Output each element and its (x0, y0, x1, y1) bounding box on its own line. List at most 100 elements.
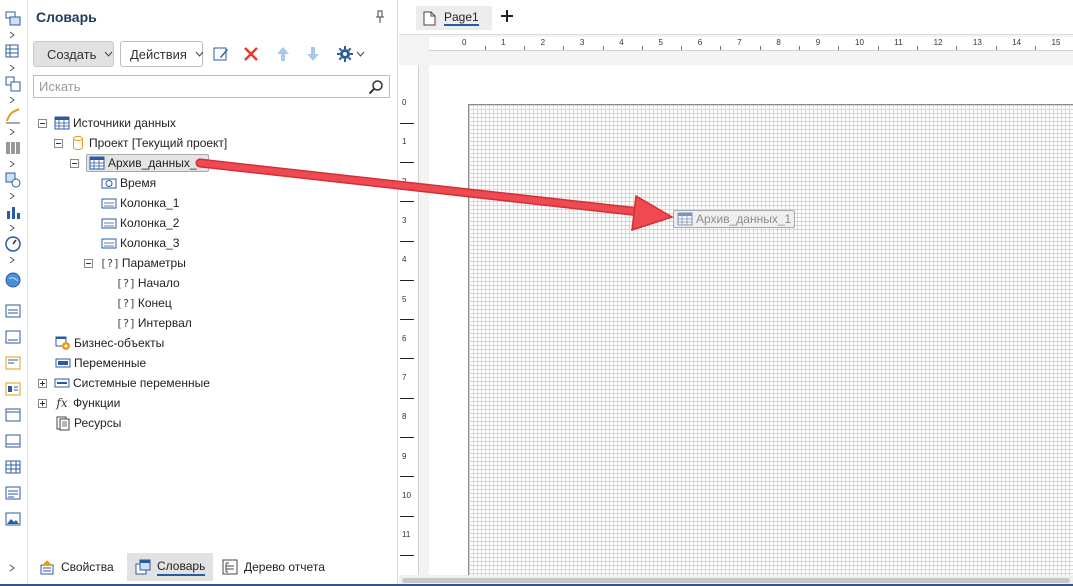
ruler-tick-label: 0 (462, 38, 467, 47)
shapes-icon[interactable] (4, 107, 22, 125)
tree-label: Ресурсы (74, 416, 122, 430)
report-title-icon[interactable] (4, 328, 22, 346)
tab-page1[interactable]: Page1 (416, 6, 492, 30)
collapse-icon[interactable] (54, 138, 63, 148)
tree-node-business-objects[interactable]: Бизнес-объекты (55, 333, 164, 353)
ruler-tick-label: 15 (1051, 38, 1061, 47)
ruler-tick-label: 4 (402, 255, 407, 265)
header-band-icon[interactable] (4, 354, 22, 372)
cross-bands-icon[interactable] (4, 43, 22, 61)
tree-node-column-2[interactable]: Колонка_2 (101, 213, 179, 233)
tab-report-tree[interactable]: Дерево отчета (214, 553, 333, 581)
ruler-tick-label: 11 (894, 38, 903, 47)
ruler-tick (720, 46, 722, 50)
table-icon (89, 155, 105, 171)
arrow-up-icon[interactable] (274, 45, 292, 63)
tree-node-data-sources[interactable]: Источники данных (38, 113, 176, 133)
gear-icon[interactable] (336, 45, 354, 63)
chevron-right-icon[interactable] (8, 224, 16, 232)
chevron-right-icon[interactable] (8, 192, 16, 200)
tree-label: Колонка_1 (120, 196, 180, 210)
expand-icon[interactable] (38, 398, 47, 408)
tree-node-column-1[interactable]: Колонка_1 (101, 193, 179, 213)
add-page-icon[interactable] (499, 8, 515, 24)
search-input[interactable] (34, 76, 364, 97)
selected-node[interactable]: Архив_данных_1 (86, 154, 210, 172)
tree-node-param-interval[interactable]: [?] Интервал (116, 313, 192, 333)
tree-node-param-end[interactable]: [?] Конец (116, 293, 172, 313)
tree-label: Архив_данных_1 (108, 156, 204, 170)
gauge-icon[interactable] (4, 235, 22, 253)
table-icon (677, 211, 693, 227)
tree-label: Интервал (137, 316, 192, 330)
ruler-tick-label: 9 (815, 38, 821, 47)
page-header-icon[interactable] (4, 302, 22, 320)
tab-properties[interactable]: Свойства (31, 553, 122, 581)
edit-icon[interactable] (212, 45, 230, 63)
ruler-tick-label: 4 (619, 38, 624, 47)
tree-node-functions[interactable]: fx Функции (38, 393, 120, 413)
tree-node-system-variables[interactable]: Системные переменные (38, 373, 210, 393)
chevron-down-icon[interactable] (356, 45, 365, 63)
data-sources-icon (54, 115, 70, 131)
chevron-right-icon[interactable] (8, 256, 16, 264)
actions-button[interactable]: Действия (120, 41, 204, 67)
chevron-right-icon[interactable] (8, 564, 16, 572)
search-icon[interactable] (368, 79, 384, 95)
ruler-tick (400, 476, 414, 478)
ruler-tick-label: 2 (540, 38, 546, 47)
collapse-icon[interactable] (84, 258, 93, 268)
expand-icon[interactable] (38, 378, 47, 388)
chevron-right-icon[interactable] (8, 64, 16, 72)
pin-icon[interactable] (374, 10, 386, 24)
group-header-icon[interactable] (4, 406, 22, 424)
string-column-icon (101, 215, 117, 231)
parameter-icon: [?] (116, 276, 136, 290)
footer-band-icon[interactable] (4, 432, 22, 450)
page-canvas[interactable] (468, 104, 1073, 575)
data-band-icon[interactable] (4, 380, 22, 398)
parameter-icon: [?] (116, 296, 136, 310)
table-icon[interactable] (4, 458, 22, 476)
ruler-tick-label: 8 (402, 412, 407, 422)
chevron-right-icon[interactable] (8, 31, 16, 39)
tree-node-project[interactable]: Проект [Текущий проект] (54, 133, 227, 153)
tree-node-param-start[interactable]: [?] Начало (116, 273, 180, 293)
tab-dictionary[interactable]: Словарь (127, 553, 214, 581)
tree-label: Проект [Текущий проект] (89, 136, 228, 150)
chevron-right-icon[interactable] (8, 128, 16, 136)
collapse-icon[interactable] (70, 158, 79, 168)
chevron-down-icon (195, 51, 204, 57)
text-icon[interactable] (4, 484, 22, 502)
tree-node-parameters[interactable]: [?] Параметры (84, 253, 186, 273)
arrow-down-icon[interactable] (304, 45, 322, 63)
shapes-component-icon[interactable] (4, 171, 22, 189)
tab-label: Свойства (61, 560, 114, 574)
drag-preview-label: Архив_данных_1 (696, 212, 792, 226)
chart-icon[interactable] (4, 203, 22, 221)
tree-node-column-3[interactable]: Колонка_3 (101, 233, 179, 253)
tree-node-column-time[interactable]: Время (101, 173, 156, 193)
ruler-tick-label: 1 (501, 38, 506, 47)
ruler-tick-label: 11 (402, 530, 411, 540)
create-button[interactable]: Создать (33, 41, 114, 67)
bands-icon[interactable] (4, 10, 22, 28)
delete-icon[interactable] (242, 45, 260, 63)
ruler-tick-label: 14 (1012, 38, 1022, 47)
collapse-icon[interactable] (38, 118, 47, 128)
chevron-right-icon[interactable] (8, 96, 16, 104)
components-icon[interactable] (4, 75, 22, 93)
tree-node-variables[interactable]: Переменные (55, 353, 146, 373)
image-icon[interactable] (4, 510, 22, 528)
ruler-tick-label: 10 (855, 38, 864, 47)
tree-node-archive[interactable]: Архив_данных_1 (70, 153, 210, 173)
ruler-tick (400, 515, 414, 517)
barcode-icon[interactable] (4, 139, 22, 157)
function-icon: fx (56, 396, 68, 410)
scrollbar-thumb[interactable] (402, 578, 1070, 583)
ruler-tick-label: 10 (402, 491, 411, 500)
ruler-tick-label: 13 (972, 38, 982, 47)
tree-node-resources[interactable]: Ресурсы (55, 413, 121, 433)
map-icon[interactable] (4, 271, 22, 289)
chevron-right-icon[interactable] (8, 160, 16, 168)
